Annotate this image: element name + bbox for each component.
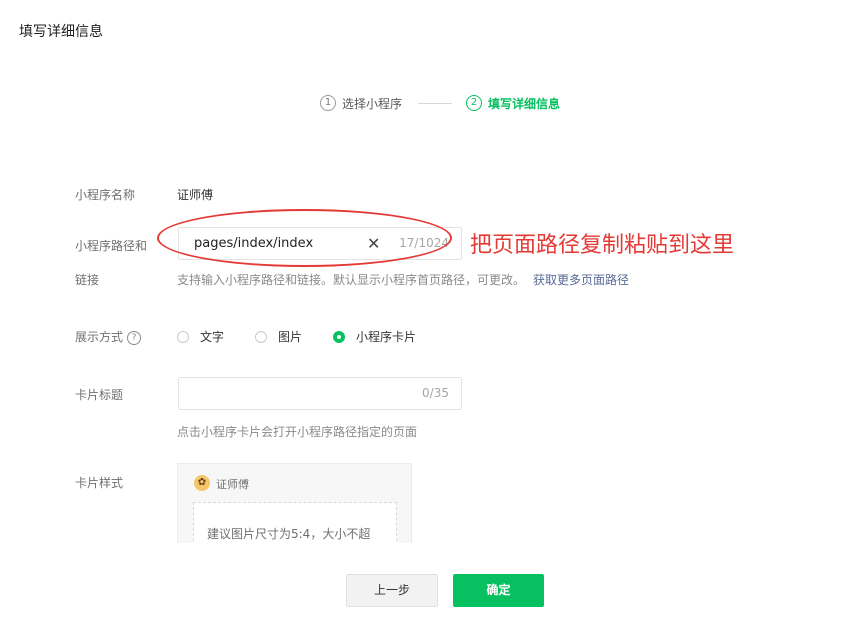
step-select-miniprogram: 1 选择小程序 — [320, 95, 402, 112]
step-divider — [418, 102, 453, 104]
miniprogram-name-value: 证师傅 — [177, 188, 214, 202]
card-preview: ✿ 证师傅 建议图片尺寸为5:4，大小不超 — [177, 463, 412, 543]
step-number: 2 — [466, 95, 483, 111]
radio-text[interactable]: 文字 — [177, 328, 224, 345]
card-title-input[interactable]: 0/35 — [178, 377, 462, 410]
more-paths-link[interactable]: 获取更多页面路径 — [533, 273, 629, 287]
miniprogram-name-label: 小程序名称 — [75, 188, 136, 202]
card-title-label: 卡片标题 — [75, 388, 124, 402]
radio-label: 文字 — [200, 330, 225, 344]
path-hint: 支持输入小程序路径和链接。默认显示小程序首页路径，可更改。 获取更多页面路径 — [177, 271, 629, 288]
card-image-upload[interactable]: 建议图片尺寸为5:4，大小不超 — [193, 502, 397, 543]
path-label: 小程序路径和 — [75, 239, 148, 253]
card-preview-name: 证师傅 — [216, 478, 249, 491]
card-image-hint: 建议图片尺寸为5:4，大小不超 — [207, 527, 371, 541]
annotation-ellipse — [157, 209, 452, 267]
radio-miniprogram-card[interactable]: 小程序卡片 — [333, 328, 416, 345]
display-mode-radio-group: 文字 图片 小程序卡片 — [177, 328, 447, 345]
confirm-button[interactable]: 确定 — [453, 574, 544, 607]
radio-circle[interactable] — [177, 330, 189, 343]
radio-label: 小程序卡片 — [356, 330, 417, 344]
avatar: ✿ — [194, 475, 210, 491]
radio-circle[interactable] — [255, 330, 268, 343]
question-circle-icon[interactable]: ? — [127, 331, 142, 345]
card-title-char-count: 0/35 — [422, 386, 449, 400]
card-style-label: 卡片样式 — [75, 476, 124, 490]
display-mode-label-text: 展示方式 — [75, 330, 124, 344]
step-number: 1 — [320, 95, 336, 111]
prev-step-button[interactable]: 上一步 — [346, 574, 438, 607]
radio-image[interactable]: 图片 — [255, 328, 302, 345]
radio-circle[interactable] — [333, 330, 346, 343]
annotation-text: 把页面路径复制粘贴到这里 — [470, 233, 735, 258]
radio-label: 图片 — [278, 330, 303, 344]
step-label: 选择小程序 — [342, 96, 403, 111]
path-hint-text: 支持输入小程序路径和链接。默认显示小程序首页路径，可更改。 — [177, 273, 526, 287]
display-mode-label: 展示方式? — [75, 328, 142, 345]
page-title: 填写详细信息 — [19, 24, 103, 40]
step-label: 填写详细信息 — [488, 96, 561, 111]
path-label-line2: 链接 — [75, 273, 100, 287]
card-title-hint: 点击小程序卡片会打开小程序路径指定的页面 — [177, 425, 418, 439]
step-fill-details: 2 填写详细信息 — [466, 95, 560, 112]
step-indicator: 1 选择小程序 2 填写详细信息 — [320, 93, 560, 113]
